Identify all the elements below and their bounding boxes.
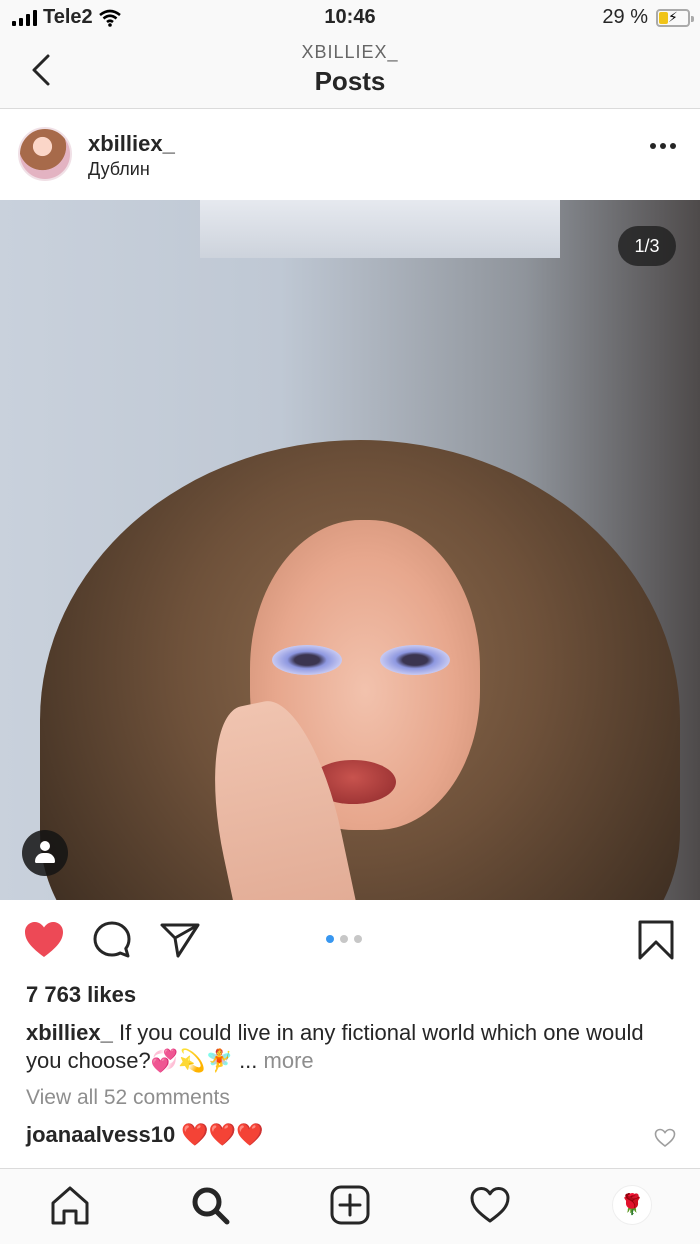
caption-text: If you could live in any fictional world… <box>26 1020 644 1073</box>
carousel-dots <box>326 935 362 943</box>
caption-ellipsis: ... <box>239 1048 264 1073</box>
caption: xbilliex_ If you could live in any ficti… <box>26 1019 676 1075</box>
share-send-icon[interactable] <box>158 918 202 962</box>
tagged-people-icon[interactable] <box>22 830 68 876</box>
home-icon[interactable] <box>48 1183 92 1227</box>
bookmark-icon[interactable] <box>634 918 678 962</box>
status-bar: Tele2 10:46 29 % ⚡ <box>0 0 700 36</box>
view-all-comments-link[interactable]: View all 52 comments <box>26 1086 230 1110</box>
avatar[interactable] <box>18 127 72 181</box>
post-actions <box>0 900 700 980</box>
photo-counter: 1/3 <box>618 226 676 266</box>
comment-like-heart-icon[interactable] <box>654 1128 676 1148</box>
like-heart-icon[interactable] <box>22 918 66 962</box>
clock: 10:46 <box>324 6 376 28</box>
new-post-icon[interactable] <box>328 1183 372 1227</box>
next-comment-peek <box>26 1160 676 1168</box>
battery-icon: ⚡ <box>656 8 694 27</box>
more-options-icon[interactable] <box>650 143 676 149</box>
bottom-tab-bar: 🌹 <box>0 1168 700 1244</box>
post-photo[interactable]: 1/3 <box>0 200 700 900</box>
profile-tab-avatar[interactable]: 🌹 <box>612 1185 652 1225</box>
likes-count[interactable]: 7 763 likes <box>26 982 136 1008</box>
battery-group: 29 % ⚡ <box>602 6 694 29</box>
carousel-dot <box>326 935 334 943</box>
carousel-dot <box>340 935 348 943</box>
post-location[interactable]: Дублин <box>88 159 150 180</box>
battery-percent: 29 % <box>602 6 648 28</box>
comment-icon[interactable] <box>90 918 134 962</box>
comment-item: joanaalvess10 ❤️❤️❤️ <box>26 1122 264 1148</box>
caption-more-link[interactable]: more <box>264 1048 314 1073</box>
comment-username[interactable]: joanaalvess10 <box>26 1122 175 1147</box>
search-icon[interactable] <box>188 1183 232 1227</box>
nav-subtitle: XBILLIEX_ <box>301 42 399 62</box>
page-title: Posts <box>314 66 386 96</box>
post-username[interactable]: xbilliex_ <box>88 131 175 157</box>
activity-heart-icon[interactable] <box>468 1183 512 1227</box>
post-header: xbilliex_ Дублин <box>0 109 700 200</box>
caption-username[interactable]: xbilliex_ <box>26 1020 113 1045</box>
comment-text: ❤️❤️❤️ <box>175 1122 264 1147</box>
nav-header: XBILLIEX_ Posts <box>0 36 700 109</box>
carousel-dot <box>354 935 362 943</box>
